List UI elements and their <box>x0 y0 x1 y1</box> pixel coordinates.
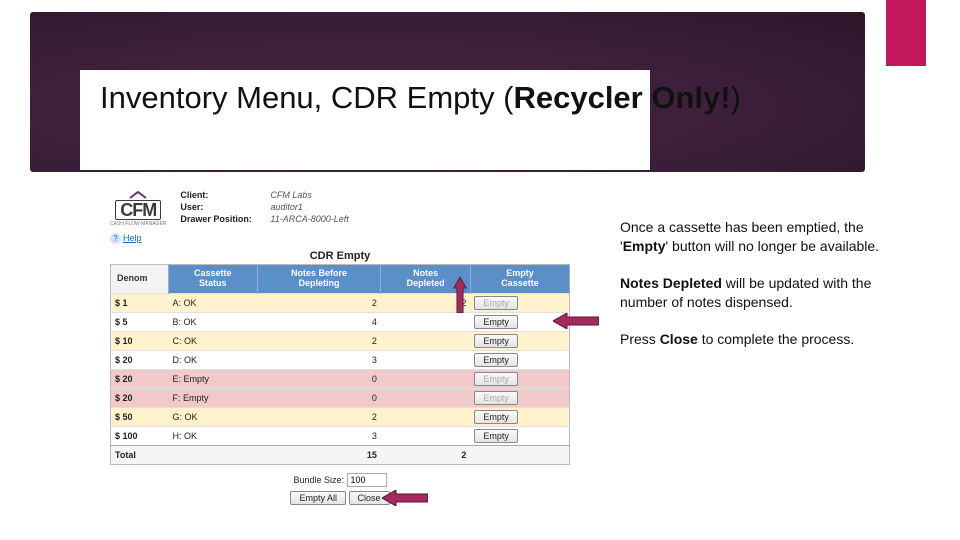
col-denom: Denom <box>111 265 169 294</box>
cell-denom: $ 100 <box>111 426 169 445</box>
cell-notes-before: 0 <box>257 388 381 407</box>
cell-status: C: OK <box>169 331 258 350</box>
cell-denom: $ 20 <box>111 350 169 369</box>
empty-button: Empty <box>474 372 518 386</box>
sidebar-para-3: Press Close to complete the process. <box>620 330 910 349</box>
cell-status: A: OK <box>169 293 258 312</box>
cell-notes-before: 2 <box>257 407 381 426</box>
help-link[interactable]: ?Help <box>110 233 570 244</box>
cell-notes-depleted <box>381 331 471 350</box>
chevron-up-icon <box>127 190 149 200</box>
client-value: CFM Labs <box>270 190 312 200</box>
cell-empty-button: Empty <box>470 350 569 369</box>
accent-tab <box>886 0 926 66</box>
app-header: CFM CASH FLOW MANAGER Client: CFM Labs U… <box>110 190 570 227</box>
arrow-callout-row <box>553 313 599 329</box>
sidebar-para-2: Notes Depleted will be updated with the … <box>620 274 910 312</box>
slide-title-plain: Inventory Menu, CDR Empty ( <box>100 80 513 115</box>
cell-denom: $ 5 <box>111 312 169 331</box>
slide-title-tail: ) <box>731 80 741 115</box>
help-icon: ? <box>110 233 121 244</box>
cell-notes-before: 3 <box>257 426 381 445</box>
cell-status: D: OK <box>169 350 258 369</box>
logo-subtitle: CASH FLOW MANAGER <box>110 221 166 227</box>
cell-denom: $ 10 <box>111 331 169 350</box>
drawer-label: Drawer Position: <box>180 214 270 224</box>
empty-button[interactable]: Empty <box>474 334 518 348</box>
slide-sidebar-text: Once a cassette has been emptied, the 'E… <box>620 218 910 366</box>
cell-notes-before: 2 <box>257 293 381 312</box>
sidebar-para-1: Once a cassette has been emptied, the 'E… <box>620 218 910 256</box>
table-row: $ 50G: OK2 Empty <box>111 407 570 426</box>
bundle-size-input[interactable] <box>347 473 387 487</box>
slide-title-bold: Recycler Only! <box>513 80 730 115</box>
client-info-block: Client: CFM Labs User: auditor1 Drawer P… <box>180 190 348 224</box>
table-row: $ 10C: OK2 Empty <box>111 331 570 350</box>
cell-denom: $ 1 <box>111 293 169 312</box>
user-label: User: <box>180 202 270 212</box>
col-empty-cassette: EmptyCassette <box>470 265 569 294</box>
table-row: $ 1A: OK22Empty <box>111 293 570 312</box>
cell-notes-depleted <box>381 350 471 369</box>
cell-notes-depleted <box>381 426 471 445</box>
table-row: $ 20F: Empty0 Empty <box>111 388 570 407</box>
bundle-label: Bundle Size: <box>293 475 344 485</box>
cell-notes-before: 2 <box>257 331 381 350</box>
empty-button[interactable]: Empty <box>474 429 518 443</box>
col-notes-before: Notes BeforeDepleting <box>257 265 381 294</box>
empty-button[interactable]: Empty <box>474 353 518 367</box>
table-row: $ 100H: OK3 Empty <box>111 426 570 445</box>
empty-button: Empty <box>474 296 518 310</box>
help-link-text[interactable]: Help <box>123 233 142 243</box>
bottom-controls: Bundle Size: Empty All Close <box>110 473 570 505</box>
cell-empty-button: Empty <box>470 426 569 445</box>
cell-denom: $ 50 <box>111 407 169 426</box>
table-body: $ 1A: OK22Empty$ 5B: OK4Empty$ 10C: OK2E… <box>111 293 570 445</box>
panel-title: CDR Empty <box>110 250 570 262</box>
cdr-table: Denom CassetteStatus Notes BeforeDepleti… <box>110 264 570 465</box>
table-row: $ 20D: OK3 Empty <box>111 350 570 369</box>
logo-text: CFM <box>115 200 161 220</box>
cell-status: B: OK <box>169 312 258 331</box>
slide-title: Inventory Menu, CDR Empty (Recycler Only… <box>100 80 741 116</box>
arrow-callout-close <box>382 490 428 506</box>
cell-status: F: Empty <box>169 388 258 407</box>
app-logo: CFM CASH FLOW MANAGER <box>110 190 166 227</box>
cell-status: E: Empty <box>169 369 258 388</box>
cell-notes-before: 0 <box>257 369 381 388</box>
empty-button: Empty <box>474 391 518 405</box>
client-label: Client: <box>180 190 270 200</box>
empty-button[interactable]: Empty <box>474 410 518 424</box>
cell-empty-button: Empty <box>470 293 569 312</box>
cell-empty-button: Empty <box>470 388 569 407</box>
cell-notes-depleted <box>381 407 471 426</box>
cell-status: G: OK <box>169 407 258 426</box>
empty-button[interactable]: Empty <box>474 315 518 329</box>
cell-denom: $ 20 <box>111 369 169 388</box>
col-cassette-status: CassetteStatus <box>169 265 258 294</box>
user-value: auditor1 <box>270 202 303 212</box>
cell-empty-button: Empty <box>470 369 569 388</box>
cell-notes-before: 4 <box>257 312 381 331</box>
header-row: Denom CassetteStatus Notes BeforeDepleti… <box>111 265 570 294</box>
table-row: $ 5B: OK4 Empty <box>111 312 570 331</box>
cell-empty-button: Empty <box>470 331 569 350</box>
cell-notes-depleted <box>381 388 471 407</box>
table-row: $ 20E: Empty0 Empty <box>111 369 570 388</box>
cell-notes-depleted <box>381 369 471 388</box>
arrow-callout-column <box>453 277 467 313</box>
cell-status: H: OK <box>169 426 258 445</box>
total-before: 15 <box>257 445 381 464</box>
total-label: Total <box>111 445 169 464</box>
cell-notes-before: 3 <box>257 350 381 369</box>
cell-empty-button: Empty <box>470 407 569 426</box>
app-screenshot: CFM CASH FLOW MANAGER Client: CFM Labs U… <box>110 190 570 505</box>
empty-all-button[interactable]: Empty All <box>290 491 346 505</box>
total-depleted: 2 <box>381 445 471 464</box>
drawer-value: 11-ARCA-8000-Left <box>270 214 348 224</box>
cell-notes-depleted <box>381 312 471 331</box>
total-row: Total 15 2 <box>111 445 570 464</box>
cell-denom: $ 20 <box>111 388 169 407</box>
